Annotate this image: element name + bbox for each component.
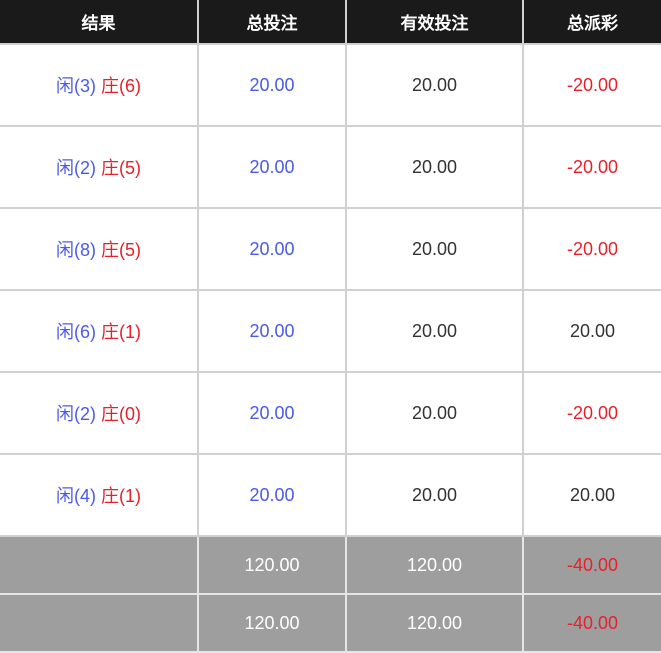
table-row: 闲(6) 庄(1) 20.00 20.00 20.00 — [0, 290, 661, 373]
column-header-total-bet: 总投注 — [197, 0, 346, 45]
total-bet-cell: 20.00 — [197, 372, 346, 455]
table-summary: 120.00 120.00 -40.00 120.00 120.00 -40.00 — [0, 536, 661, 653]
summary-payout-cell: -40.00 — [522, 594, 661, 653]
summary-label-cell — [0, 594, 198, 653]
table-header-row: 结果 总投注 有效投注 总派彩 — [0, 0, 661, 45]
valid-bet-cell: 20.00 — [345, 44, 523, 127]
valid-bet-cell: 20.00 — [345, 372, 523, 455]
player-score: 闲(4) — [55, 486, 96, 506]
table-row: 闲(2) 庄(5) 20.00 20.00 -20.00 — [0, 126, 661, 209]
valid-bet-cell: 20.00 — [345, 290, 523, 373]
payout-cell: -20.00 — [522, 126, 661, 209]
summary-payout-cell: -40.00 — [522, 536, 661, 595]
payout-cell: -20.00 — [522, 44, 661, 127]
summary-row: 120.00 120.00 -40.00 — [0, 536, 661, 595]
player-score: 闲(3) — [55, 76, 96, 96]
payout-cell: -20.00 — [522, 372, 661, 455]
table-row: 闲(4) 庄(1) 20.00 20.00 20.00 — [0, 454, 661, 537]
player-score: 闲(8) — [55, 240, 96, 260]
total-bet-cell: 20.00 — [197, 208, 346, 291]
total-bet-cell: 20.00 — [197, 44, 346, 127]
result-cell: 闲(8) 庄(5) — [0, 208, 198, 291]
result-cell: 闲(3) 庄(6) — [0, 44, 198, 127]
summary-total-bet-cell: 120.00 — [197, 594, 346, 653]
payout-cell: 20.00 — [522, 454, 661, 537]
banker-score: 庄(5) — [101, 240, 141, 260]
column-header-result: 结果 — [0, 0, 198, 45]
column-header-valid-bet: 有效投注 — [345, 0, 523, 45]
table-row: 闲(2) 庄(0) 20.00 20.00 -20.00 — [0, 372, 661, 455]
table-row: 闲(3) 庄(6) 20.00 20.00 -20.00 — [0, 44, 661, 127]
valid-bet-cell: 20.00 — [345, 208, 523, 291]
player-score: 闲(2) — [55, 158, 96, 178]
player-score: 闲(6) — [55, 322, 96, 342]
summary-valid-bet-cell: 120.00 — [345, 594, 523, 653]
result-cell: 闲(6) 庄(1) — [0, 290, 198, 373]
result-cell: 闲(4) 庄(1) — [0, 454, 198, 537]
total-bet-cell: 20.00 — [197, 454, 346, 537]
banker-score: 庄(1) — [101, 486, 141, 506]
result-cell: 闲(2) 庄(5) — [0, 126, 198, 209]
player-score: 闲(2) — [55, 404, 96, 424]
table-row: 闲(8) 庄(5) 20.00 20.00 -20.00 — [0, 208, 661, 291]
banker-score: 庄(1) — [101, 322, 141, 342]
column-header-total-payout: 总派彩 — [522, 0, 661, 45]
banker-score: 庄(5) — [101, 158, 141, 178]
payout-cell: 20.00 — [522, 290, 661, 373]
banker-score: 庄(6) — [101, 76, 141, 96]
total-bet-cell: 20.00 — [197, 290, 346, 373]
total-bet-cell: 20.00 — [197, 126, 346, 209]
summary-total-bet-cell: 120.00 — [197, 536, 346, 595]
valid-bet-cell: 20.00 — [345, 454, 523, 537]
summary-valid-bet-cell: 120.00 — [345, 536, 523, 595]
summary-label-cell — [0, 536, 198, 595]
banker-score: 庄(0) — [101, 404, 141, 424]
payout-cell: -20.00 — [522, 208, 661, 291]
summary-row: 120.00 120.00 -40.00 — [0, 594, 661, 653]
bet-history-table: 结果 总投注 有效投注 总派彩 闲(3) 庄(6) 20.00 20.00 -20.0… — [0, 0, 661, 653]
table-body: 闲(3) 庄(6) 20.00 20.00 -20.00 闲(2) 庄(5) 20.00 2… — [0, 44, 661, 537]
result-cell: 闲(2) 庄(0) — [0, 372, 198, 455]
valid-bet-cell: 20.00 — [345, 126, 523, 209]
